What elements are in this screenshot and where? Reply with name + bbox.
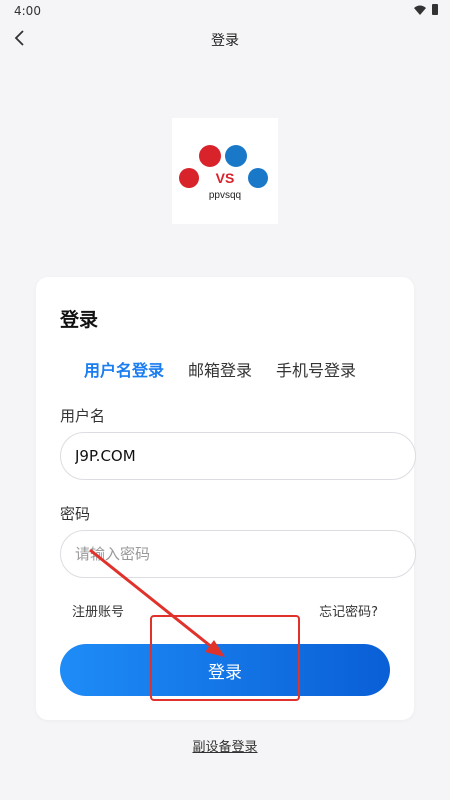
- login-tabs: 用户名登录 邮箱登录 手机号登录: [84, 357, 356, 381]
- forgot-password-link[interactable]: 忘记密码?: [319, 601, 378, 620]
- status-bar: 4:00: [0, 0, 450, 22]
- wifi-icon: [414, 5, 426, 15]
- password-label: 密码: [60, 505, 91, 523]
- battery-icon: [432, 4, 438, 15]
- header-bar: 登录: [0, 24, 450, 54]
- status-icons: [414, 4, 438, 15]
- login-card: 登录 用户名登录 邮箱登录 手机号登录 用户名 密码 注册账号 忘记密码? 登录: [36, 277, 416, 720]
- register-link[interactable]: 注册账号: [72, 601, 124, 620]
- page-title: 登录: [211, 33, 239, 49]
- tab-phone-login[interactable]: 手机号登录: [276, 357, 356, 381]
- logo-vs-text: VS: [216, 170, 235, 186]
- logo-brand-text: ppvsqq: [209, 190, 241, 201]
- secondary-device-login-link[interactable]: 副设备登录: [0, 736, 450, 755]
- app-logo: VS ppvsqq: [172, 118, 278, 224]
- card-title: 登录: [60, 309, 99, 331]
- password-input[interactable]: [60, 530, 416, 578]
- username-label: 用户名: [60, 407, 106, 425]
- login-button[interactable]: 登录: [60, 644, 390, 696]
- tab-username-login[interactable]: 用户名登录: [84, 357, 164, 381]
- tab-email-login[interactable]: 邮箱登录: [188, 357, 252, 381]
- username-input[interactable]: [60, 432, 416, 480]
- status-time: 4:00: [14, 4, 41, 18]
